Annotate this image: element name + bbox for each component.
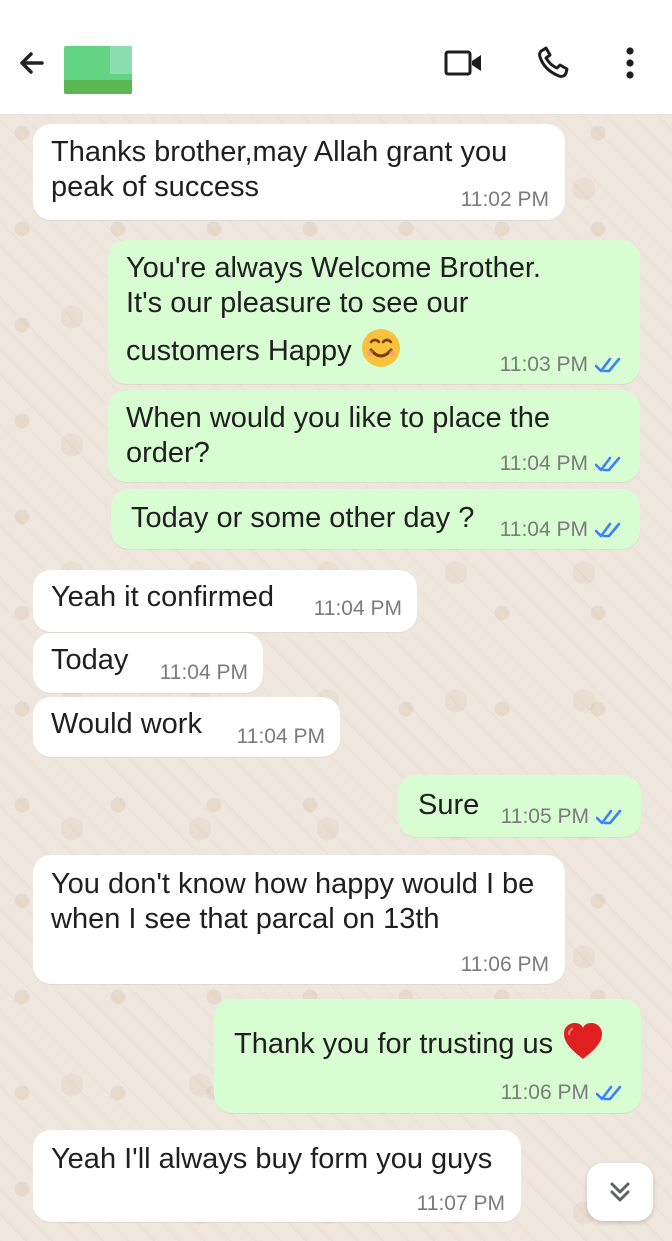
timestamp: 11:04 PM xyxy=(499,518,588,541)
message-text: Sure xyxy=(418,789,480,821)
chat-header xyxy=(0,0,672,115)
message-bubble-incoming[interactable]: Thanks brother,may Allah grant you peak … xyxy=(33,124,565,220)
timestamp: 11:06 PM xyxy=(500,1081,589,1104)
message-time-and-status: 11:04 PM xyxy=(500,518,624,542)
message-text: Today xyxy=(51,644,129,676)
video-call-icon xyxy=(444,50,481,76)
message-time: 11:06 PM xyxy=(461,953,549,977)
smiling-face-emoji xyxy=(360,327,402,378)
message-text: order? xyxy=(126,437,210,469)
message-text: customers Happy xyxy=(126,335,352,368)
message-bubble-outgoing[interactable]: Today or some other day ? 11:04 PM xyxy=(111,489,640,549)
message-bubble-outgoing[interactable]: Sure 11:05 PM xyxy=(398,775,641,837)
message-bubble-incoming[interactable]: Yeah I'll always buy form you guys 11:07… xyxy=(33,1130,521,1222)
message-time: 11:02 PM xyxy=(461,188,549,212)
message-text: You're always Welcome Brother. xyxy=(126,252,541,284)
message-bubble-outgoing[interactable]: Thank you for trusting us 11:06 PM xyxy=(214,999,641,1113)
message-time: 11:04 PM xyxy=(314,597,402,621)
message-text: When would you like to place the xyxy=(126,402,550,434)
timestamp: 11:03 PM xyxy=(499,353,588,376)
timestamp: 11:04 PM xyxy=(313,597,402,620)
back-arrow-icon xyxy=(20,52,44,74)
message-time: 11:04 PM xyxy=(237,725,325,749)
message-text: Thanks brother,may Allah grant you xyxy=(51,136,508,168)
message-time-and-status: 11:03 PM xyxy=(500,353,624,377)
timestamp: 11:04 PM xyxy=(159,661,248,684)
timestamp: 11:04 PM xyxy=(236,725,325,748)
red-heart-emoji xyxy=(561,1021,605,1070)
read-ticks-icon xyxy=(595,522,621,538)
message-text-with-emoji: Thank you for trusting us xyxy=(234,1021,605,1070)
message-time-and-status: 11:04 PM xyxy=(500,452,624,476)
message-time-and-status: 11:06 PM xyxy=(501,1081,625,1105)
contact-avatar[interactable] xyxy=(64,46,132,94)
message-text: peak of success xyxy=(51,171,259,203)
timestamp: 11:04 PM xyxy=(499,452,588,475)
message-text: Yeah I'll always buy form you guys xyxy=(51,1143,493,1175)
timestamp: 11:07 PM xyxy=(416,1192,505,1215)
message-bubble-outgoing[interactable]: You're always Welcome Brother. It's our … xyxy=(108,240,640,384)
message-time-and-status: 11:05 PM xyxy=(501,805,625,829)
more-options-button[interactable] xyxy=(610,40,650,86)
message-text: Today or some other day ? xyxy=(131,502,475,534)
read-ticks-icon xyxy=(595,357,621,373)
read-ticks-icon xyxy=(595,456,621,472)
more-options-icon xyxy=(626,47,634,79)
back-button[interactable] xyxy=(10,42,54,84)
voice-call-button[interactable] xyxy=(526,40,580,86)
video-call-button[interactable] xyxy=(436,40,492,86)
message-time: 11:07 PM xyxy=(417,1192,505,1216)
message-text: Thank you for trusting us xyxy=(234,1028,554,1061)
message-bubble-incoming[interactable]: You don't know how happy would I be when… xyxy=(33,855,565,984)
timestamp: 11:02 PM xyxy=(460,188,549,211)
read-ticks-icon xyxy=(596,809,622,825)
message-bubble-incoming[interactable]: Would work 11:04 PM xyxy=(33,697,340,757)
message-text: Yeah it confirmed xyxy=(51,581,275,613)
message-bubble-incoming[interactable]: Yeah it confirmed 11:04 PM xyxy=(33,570,417,632)
voice-call-icon xyxy=(538,46,569,78)
message-text: Would work xyxy=(51,708,202,740)
timestamp: 11:06 PM xyxy=(460,953,549,976)
message-text: when I see that parcal on 13th xyxy=(51,903,440,935)
double-chevron-down-icon xyxy=(610,1182,630,1202)
read-ticks-icon xyxy=(596,1085,622,1101)
message-time: 11:04 PM xyxy=(160,661,248,685)
message-text-with-emoji: customers Happy xyxy=(126,327,402,378)
message-text: It's our pleasure to see our xyxy=(126,287,469,319)
scroll-to-bottom-button[interactable] xyxy=(587,1163,653,1221)
message-bubble-outgoing[interactable]: When would you like to place the order? … xyxy=(108,390,640,482)
message-text: You don't know how happy would I be xyxy=(51,868,535,900)
timestamp: 11:05 PM xyxy=(500,805,589,828)
message-bubble-incoming[interactable]: Today 11:04 PM xyxy=(33,633,263,693)
